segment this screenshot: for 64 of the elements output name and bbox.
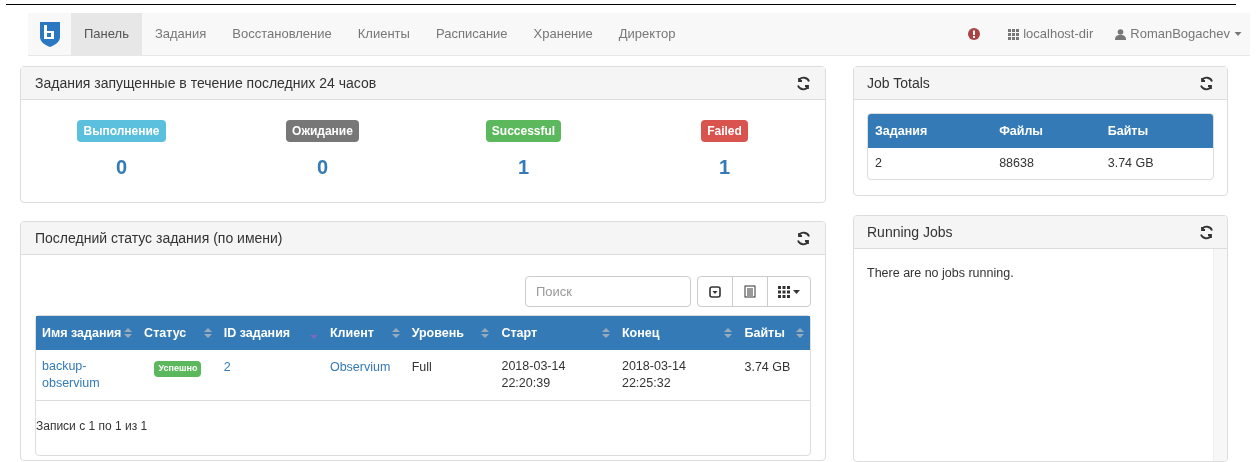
grid-icon [778, 285, 790, 298]
status-badge: Successful [485, 120, 562, 142]
table-cell: Full [411, 360, 432, 374]
job-link[interactable]: backup-observium [42, 358, 133, 392]
caret-icon [793, 289, 800, 294]
table-cell: 2018-03-14 22:20:39 [501, 359, 566, 390]
refresh-button[interactable] [796, 75, 811, 91]
table-cell: 3.74 GB [744, 360, 791, 374]
caret-icon [709, 285, 721, 298]
refresh-button[interactable] [796, 230, 811, 246]
refresh-button[interactable] [1199, 75, 1214, 91]
nav-tab[interactable]: Панель [71, 13, 142, 55]
column-header[interactable]: ID задания [217, 316, 324, 350]
user-menu[interactable]: RomanBogachev [1107, 13, 1250, 55]
column-header: Байты [1100, 114, 1213, 148]
table-cell: 2 [875, 156, 882, 171]
panel-title: Задания запущенные в течение последних 24 часов [35, 73, 377, 93]
table-cell: 2018-03-14 22:25:32 [621, 359, 686, 390]
id-link[interactable]: 2 [223, 360, 231, 374]
list-icon [744, 285, 756, 298]
nav-tab[interactable]: Восстановление [219, 13, 345, 55]
status-badge: Выполнение [77, 120, 166, 142]
records-info: Записи с 1 по 1 из 1 [36, 419, 148, 433]
refresh-icon [1199, 75, 1214, 91]
count-link[interactable]: 0 [316, 152, 329, 182]
logo-icon[interactable] [38, 21, 61, 47]
column-header[interactable]: Старт [495, 316, 616, 350]
nav-tab[interactable]: Хранение [520, 13, 606, 55]
column-header[interactable]: Байты [738, 316, 810, 350]
status-badge: Успешно [154, 361, 202, 377]
table-cell: 3.74 GB [1107, 156, 1154, 171]
refresh-button[interactable] [1199, 224, 1214, 240]
scrollbar[interactable] [1213, 249, 1227, 461]
panel-title: Последний статус задания (по имени) [35, 228, 283, 248]
column-header: Задания [868, 114, 993, 148]
empty-message: There are no jobs running. [867, 265, 1015, 282]
count-link[interactable]: 1 [517, 152, 530, 182]
column-header[interactable]: Статус [138, 316, 218, 350]
nav-tab[interactable]: Расписание [422, 13, 521, 55]
count-link[interactable]: 1 [718, 152, 731, 182]
count-link[interactable]: 0 [115, 152, 128, 182]
refresh-icon [796, 230, 811, 246]
table-cell: 88638 [999, 156, 1034, 171]
refresh-icon [1199, 224, 1214, 240]
alert-icon[interactable] [968, 28, 981, 40]
status-badge: Failed [701, 120, 748, 142]
caret-icon [1234, 32, 1242, 36]
column-header[interactable]: Конец [615, 316, 739, 350]
column-header[interactable]: Клиент [323, 316, 406, 350]
director-link[interactable]: localhost-dir [994, 13, 1108, 55]
user-icon [1115, 28, 1127, 40]
panel-title: Job Totals [867, 73, 930, 93]
panel-title: Running Jobs [867, 222, 953, 242]
nav-tab[interactable]: Директор [605, 13, 689, 55]
column-header: Файлы [992, 114, 1101, 148]
nav-tab[interactable]: Задания [141, 13, 220, 55]
column-header[interactable]: Имя задания [36, 316, 139, 350]
nav-tab[interactable]: Клиенты [344, 13, 423, 55]
status-badge: Ожидание [286, 120, 359, 142]
grid-icon [1008, 28, 1020, 40]
refresh-icon [796, 75, 811, 91]
column-header[interactable]: Уровень [405, 316, 496, 350]
client-link[interactable]: Observium [329, 360, 391, 374]
search-field[interactable]: Поиск [525, 276, 691, 307]
